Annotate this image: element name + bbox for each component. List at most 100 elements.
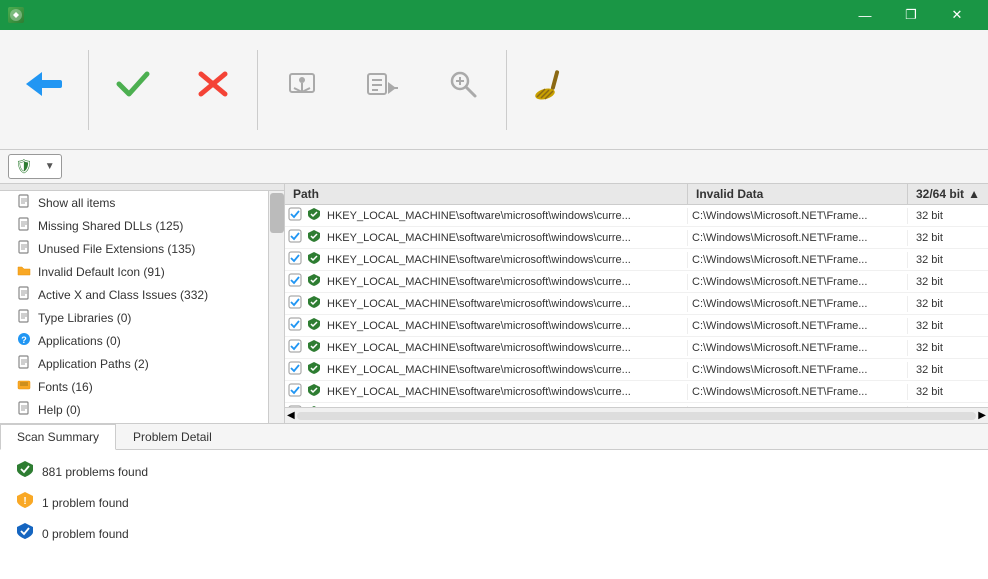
- row-bits: 32 bit: [908, 274, 988, 290]
- check-all-button[interactable]: [93, 40, 173, 140]
- svg-text:?: ?: [21, 335, 27, 345]
- table-row[interactable]: HKEY_LOCAL_MACHINE\software\microsoft\wi…: [285, 315, 988, 337]
- back-icon: [24, 66, 64, 108]
- horizontal-scrollbar[interactable]: ◀ ▶: [285, 407, 988, 423]
- data-rows-container: HKEY_LOCAL_MACHINE\software\microsoft\wi…: [285, 205, 988, 407]
- row-checkbox[interactable]: [285, 383, 305, 400]
- tab-scan-summary[interactable]: Scan Summary: [0, 424, 116, 450]
- table-row[interactable]: HKEY_LOCAL_MACHINE\software\microsoft\wi…: [285, 381, 988, 403]
- row-path: HKEY_LOCAL_MACHINE\software\microsoft\wi…: [323, 230, 688, 246]
- section-item-icon: [16, 240, 32, 257]
- hscroll-right-btn[interactable]: ▶: [978, 410, 986, 421]
- exclude-icon: [362, 66, 402, 108]
- hscroll-track: [297, 412, 977, 420]
- section-item-icon: [16, 194, 32, 211]
- section-item[interactable]: Fonts (16): [0, 375, 268, 398]
- section-item-icon: [16, 263, 32, 280]
- app-icon: [8, 7, 24, 23]
- uncheck-all-button[interactable]: [173, 40, 253, 140]
- section-item-label: Invalid Default Icon (91): [38, 265, 165, 279]
- section-item-label: Missing Shared DLLs (125): [38, 219, 183, 233]
- row-invalid-data: C:\Windows\Microsoft.NET\Frame...: [688, 362, 908, 378]
- invalid-data-column-header: Invalid Data: [688, 184, 908, 204]
- right-scrollbar-up[interactable]: ▲: [968, 187, 980, 201]
- location-icon: [442, 66, 482, 108]
- section-item[interactable]: Application Paths (2): [0, 352, 268, 375]
- row-checkbox[interactable]: [285, 339, 305, 356]
- section-item[interactable]: Show all items: [0, 191, 268, 214]
- section-item-icon: [16, 355, 32, 372]
- section-item[interactable]: ? Applications (0): [0, 329, 268, 352]
- row-checkbox[interactable]: [285, 251, 305, 268]
- main-split-pane: Show all items Missing Shared DLLs (125)…: [0, 184, 988, 424]
- bits-column-header: 32/64 bit ▲: [908, 184, 988, 204]
- row-path: HKEY_LOCAL_MACHINE\software\microsoft\wi…: [323, 252, 688, 268]
- summary-icon: !: [16, 491, 34, 514]
- section-item-label: Show all items: [38, 196, 115, 210]
- section-item-label: Type Libraries (0): [38, 311, 131, 325]
- right-panel: Path Invalid Data 32/64 bit ▲ HKEY_LOCAL…: [285, 184, 988, 423]
- row-checkbox[interactable]: [285, 361, 305, 378]
- minimize-button[interactable]: —: [842, 0, 888, 30]
- row-path: HKEY_LOCAL_MACHINE\software\microsoft\wi…: [323, 296, 688, 312]
- row-shield-icon: [305, 361, 323, 378]
- summary-row: ! 1 problem found: [16, 491, 972, 514]
- row-path: HKEY_LOCAL_MACHINE\software\microsoft\wi…: [323, 384, 688, 400]
- hscroll-left-btn[interactable]: ◀: [287, 410, 295, 421]
- close-button[interactable]: ✕: [934, 0, 980, 30]
- row-bits: 32 bit: [908, 340, 988, 356]
- row-checkbox[interactable]: [285, 317, 305, 334]
- section-item-label: Application Paths (2): [38, 357, 149, 371]
- table-row[interactable]: HKEY_LOCAL_MACHINE\software\microsoft\wi…: [285, 249, 988, 271]
- section-item-label: Help (0): [38, 403, 81, 417]
- row-shield-icon: [305, 273, 323, 290]
- summary-text: 0 problem found: [42, 527, 129, 541]
- left-scrollbar[interactable]: [268, 191, 284, 423]
- section-item[interactable]: Type Libraries (0): [0, 306, 268, 329]
- row-invalid-data: C:\Windows\Microsoft.NET\Frame...: [688, 208, 908, 224]
- section-item[interactable]: Active X and Class Issues (332): [0, 283, 268, 306]
- tab-content: 881 problems found ! 1 problem found 0 p…: [0, 450, 988, 579]
- table-row[interactable]: HKEY_LOCAL_MACHINE\software\microsoft\wi…: [285, 205, 988, 227]
- path-column-header: Path: [285, 184, 688, 204]
- row-checkbox[interactable]: [285, 295, 305, 312]
- bits-header-label: 32/64 bit: [916, 187, 964, 201]
- row-checkbox[interactable]: [285, 229, 305, 246]
- tab-problem-detail[interactable]: Problem Detail: [116, 424, 229, 449]
- open-location-button[interactable]: [422, 40, 502, 140]
- row-shield-icon: [305, 339, 323, 356]
- clean-registry-button[interactable]: [511, 40, 591, 140]
- table-row[interactable]: HKEY_LOCAL_MACHINE\software\microsoft\wi…: [285, 359, 988, 381]
- summary-text: 881 problems found: [42, 465, 148, 479]
- table-row[interactable]: HKEY_LOCAL_MACHINE\software\microsoft\wi…: [285, 337, 988, 359]
- table-row[interactable]: HKEY_LOCAL_MACHINE\software\microsoft\wi…: [285, 293, 988, 315]
- row-bits: 32 bit: [908, 208, 988, 224]
- exclude-button[interactable]: [342, 40, 422, 140]
- section-item[interactable]: Missing Shared DLLs (125): [0, 214, 268, 237]
- row-path: HKEY_LOCAL_MACHINE\software\microsoft\wi…: [323, 340, 688, 356]
- row-shield-icon: [305, 295, 323, 312]
- row-checkbox[interactable]: [285, 207, 305, 224]
- back-button[interactable]: [4, 40, 84, 140]
- summary-row: 0 problem found: [16, 522, 972, 545]
- section-item-icon: [16, 309, 32, 326]
- maximize-button[interactable]: ❐: [888, 0, 934, 30]
- section-item-icon: ?: [16, 332, 32, 349]
- separator-1: [88, 50, 89, 130]
- section-item[interactable]: Startup (4): [0, 421, 268, 423]
- row-path: HKEY_LOCAL_MACHINE\software\microsoft\wi…: [323, 362, 688, 378]
- section-header: [0, 184, 284, 191]
- section-item[interactable]: Unused File Extensions (135): [0, 237, 268, 260]
- section-item-icon: [16, 286, 32, 303]
- row-checkbox[interactable]: [285, 273, 305, 290]
- section-item[interactable]: Help (0): [0, 398, 268, 421]
- section-item[interactable]: Invalid Default Icon (91): [0, 260, 268, 283]
- section-item-label: Active X and Class Issues (332): [38, 288, 208, 302]
- title-bar: — ❐ ✕: [0, 0, 988, 30]
- table-row[interactable]: HKEY_LOCAL_MACHINE\software\microsoft\wi…: [285, 227, 988, 249]
- table-row[interactable]: HKEY_LOCAL_MACHINE\software\microsoft\wi…: [285, 271, 988, 293]
- regedit-icon: [282, 66, 322, 108]
- show-items-dropdown[interactable]: 🛡 ▼: [8, 154, 62, 179]
- open-regedit-button[interactable]: [262, 40, 342, 140]
- row-shield-icon: [305, 317, 323, 334]
